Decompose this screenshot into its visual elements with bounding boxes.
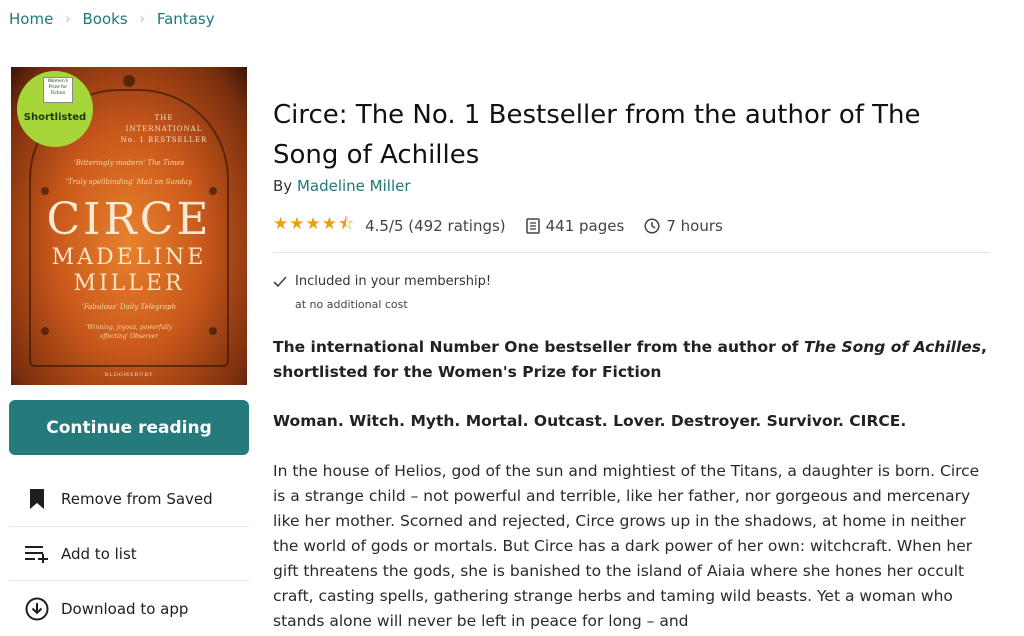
star-rating-icon: ★★★★⯪: [273, 214, 356, 234]
cover-ornament: [41, 327, 49, 335]
membership-included: Included in your membership!: [273, 274, 491, 289]
cover-header-3: No. 1 BESTSELLER: [120, 136, 208, 144]
cover-quote: 'Bitteringly modern' The Times: [73, 159, 185, 167]
remove-from-saved-button[interactable]: Remove from Saved: [9, 472, 249, 526]
pages-info: 441 pages: [525, 216, 625, 235]
author-link[interactable]: Madeline Miller: [297, 177, 411, 195]
book-cover[interactable]: Women's Prize for Fiction Shortlisted TH…: [11, 67, 247, 385]
book-title: Circe: The No. 1 Bestseller from the aut…: [273, 100, 921, 170]
description-intro-start: The international Number One bestseller …: [273, 338, 804, 356]
book-pages-icon: [525, 217, 540, 234]
remove-from-saved-label: Remove from Saved: [61, 490, 213, 508]
chevron-right-icon: ›: [65, 11, 71, 27]
cover-title: CIRCE: [46, 194, 212, 245]
divider: [9, 580, 249, 581]
cover-quote: 'Winning, joyous, powerfully affecting' …: [85, 324, 173, 340]
cover-quote: 'Fabulous' Daily Telegraph: [81, 303, 177, 311]
breadcrumb-books[interactable]: Books: [83, 10, 128, 28]
description-body: In the house of Helios, god of the sun a…: [273, 462, 980, 630]
membership-cost: at no additional cost: [295, 298, 408, 311]
add-to-list-button[interactable]: Add to list: [9, 527, 249, 581]
bookmark-icon: [17, 488, 57, 510]
breadcrumb-fantasy[interactable]: Fantasy: [157, 10, 215, 28]
clock-icon: [644, 217, 660, 234]
badge-prize-label: Women's Prize for Fiction: [43, 77, 73, 103]
download-to-app-button[interactable]: Download to app: [9, 582, 249, 636]
download-to-app-label: Download to app: [61, 600, 189, 618]
byline-prefix: By: [273, 177, 293, 195]
description-intro-title: The Song of Achilles: [803, 338, 981, 356]
add-to-list-label: Add to list: [61, 545, 137, 563]
continue-reading-button[interactable]: Continue reading: [9, 400, 249, 455]
breadcrumb-home[interactable]: Home: [9, 10, 53, 28]
duration-info: 7 hours: [644, 216, 723, 235]
membership-text: Included in your membership!: [295, 274, 492, 289]
cover-header: THE: [154, 114, 174, 122]
download-circle-icon: [17, 597, 57, 621]
cover-quote: 'Truly spellbinding' Mail on Sunday: [65, 178, 193, 186]
cover-author-last: MILLER: [73, 271, 185, 296]
rating-text[interactable]: 4.5/5 (492 ratings): [365, 217, 506, 235]
description-tagline: Woman. Witch. Myth. Mortal. Outcast. Lov…: [273, 412, 907, 430]
cover-ornament: [209, 327, 217, 335]
description-intro: The international Number One bestseller …: [273, 335, 989, 385]
book-meta: ★★★★⯪ 4.5/5 (492 ratings) 441 pages 7 ho…: [273, 211, 723, 240]
pages-text: 441 pages: [545, 216, 625, 235]
breadcrumb: Home › Books › Fantasy: [9, 10, 215, 28]
duration-text: 7 hours: [666, 216, 723, 235]
chevron-right-icon: ›: [139, 11, 145, 27]
cover-ornament: [123, 75, 135, 87]
byline: By Madeline Miller: [273, 177, 411, 195]
cover-publisher: BLOOMSBURY: [104, 372, 154, 378]
playlist-add-icon: [17, 545, 57, 563]
checkmark-icon: [273, 275, 287, 287]
divider: [273, 252, 989, 253]
cover-author-first: MADELINE: [51, 245, 207, 270]
cover-header-2: INTERNATIONAL: [125, 125, 203, 133]
